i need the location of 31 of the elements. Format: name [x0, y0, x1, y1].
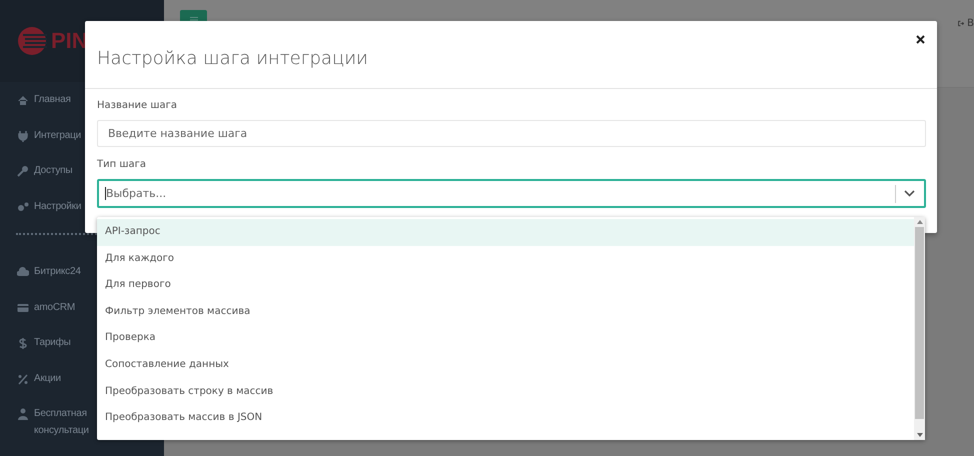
logo-icon: [17, 26, 47, 56]
gears-icon: [17, 200, 29, 212]
dropdown-option[interactable]: Для каждого: [97, 246, 914, 272]
sign-out-icon: [958, 19, 964, 28]
dropdown-option[interactable]: Для первого: [97, 272, 914, 299]
input-field[interactable]: Введите название шага: [97, 120, 926, 147]
logout-text: В: [967, 18, 974, 29]
close-icon[interactable]: [916, 35, 925, 44]
dropdown-option[interactable]: Сопоставление данных: [97, 352, 914, 379]
plug-icon: [17, 130, 29, 142]
dropdown-option[interactable]: Преобразовать массив в JSON: [97, 405, 914, 432]
select-field[interactable]: Выбрать...: [97, 179, 926, 208]
dropdown-option[interactable]: Преобразовать строку в массив: [97, 378, 914, 406]
modal-title: Настройка шага интеграции: [97, 48, 368, 69]
dropdown-option[interactable]: Фильтр элементов массива: [97, 298, 914, 326]
key-icon: [17, 165, 29, 177]
field-label: Тип шага: [97, 158, 147, 172]
user-icon: [17, 408, 29, 420]
dropdown-option[interactable]: API-запрос: [97, 219, 914, 246]
percent-icon: [17, 372, 29, 384]
dropdown-option[interactable]: Проверка: [97, 325, 914, 352]
field-label: Название шага: [97, 99, 178, 113]
logout-link[interactable]: В: [958, 18, 974, 29]
scroll-down-icon[interactable]: [916, 433, 922, 437]
cloud-icon: [17, 266, 29, 278]
card-icon: [17, 302, 29, 314]
chevron-icon: [904, 190, 915, 197]
scrollbar[interactable]: [914, 217, 925, 440]
scroll-up-icon[interactable]: [916, 220, 922, 224]
dollar-icon: [17, 337, 29, 349]
home-icon: [17, 94, 29, 106]
